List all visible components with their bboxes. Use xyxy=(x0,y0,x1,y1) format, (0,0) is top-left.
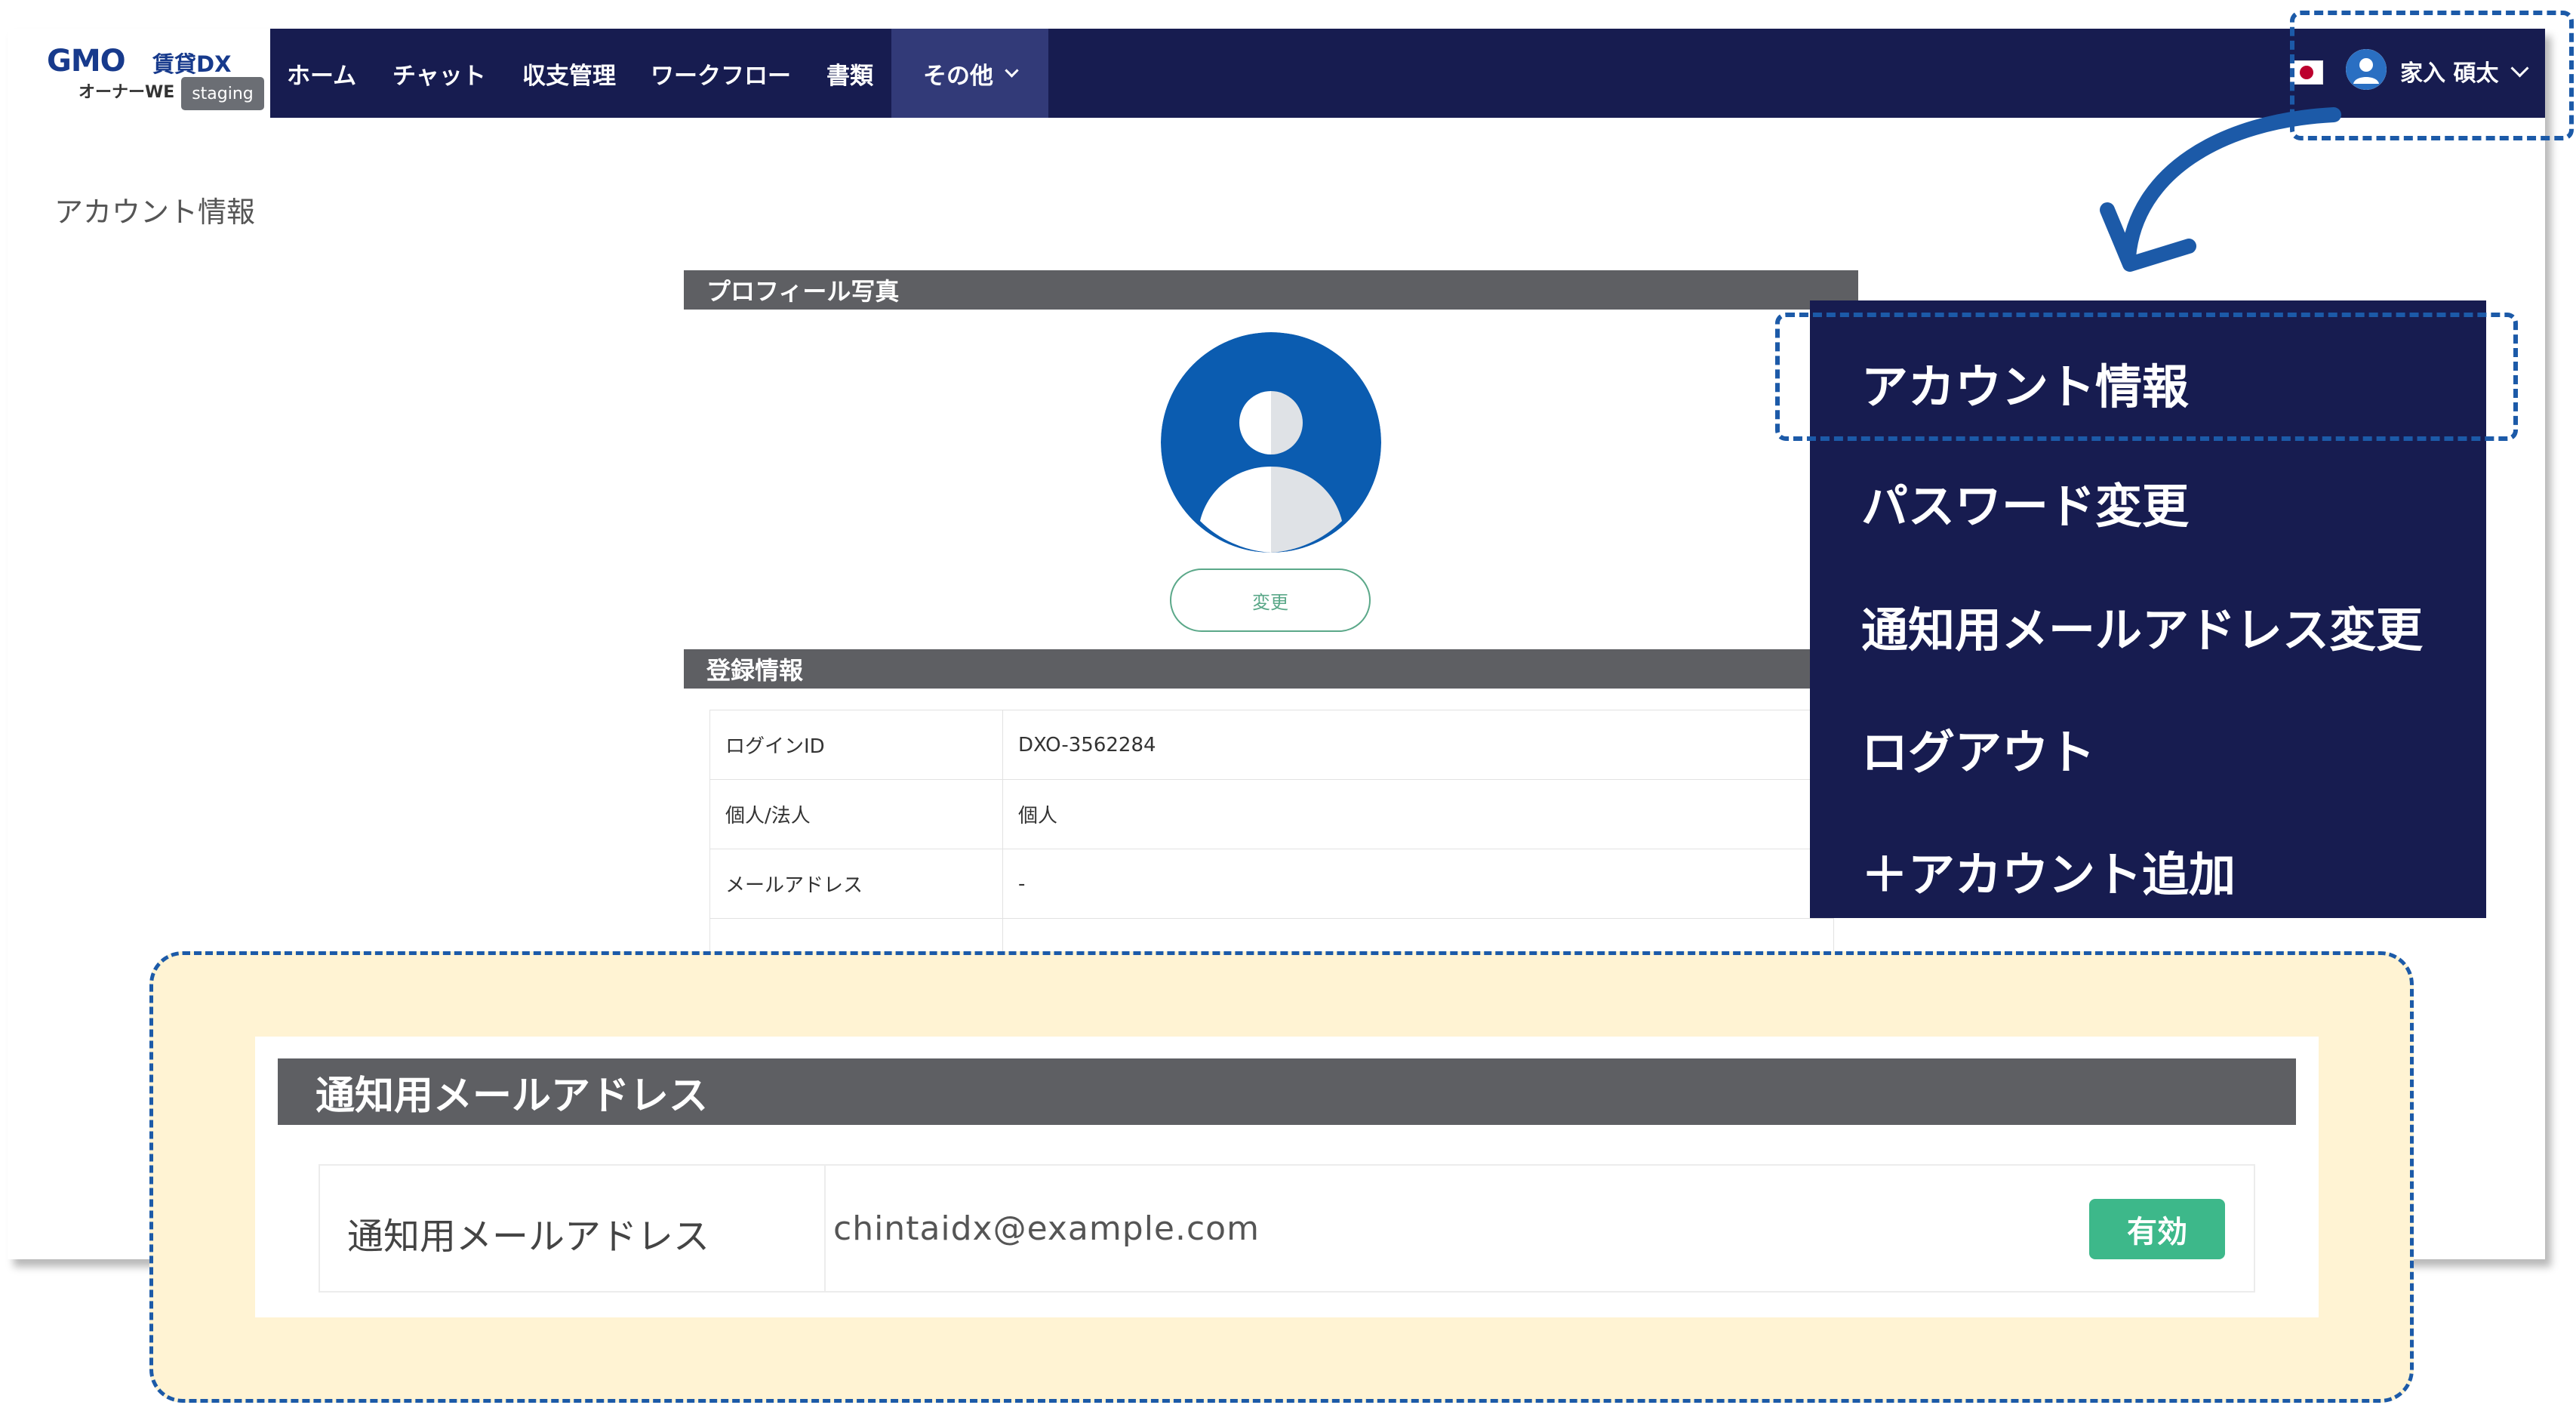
divider xyxy=(824,1164,826,1293)
row-value: DXO-3562284 xyxy=(1002,710,1834,780)
profile-photo-header: プロフィール写真 xyxy=(684,270,1858,310)
nav-other-dropdown[interactable]: その他 xyxy=(891,29,1048,118)
menu-item-change-password[interactable]: パスワード変更 xyxy=(1861,468,2189,536)
nav-chat[interactable]: チャット xyxy=(392,29,486,118)
nav-other-label: その他 xyxy=(923,62,993,90)
logo-brand: GMO xyxy=(47,44,126,79)
menu-item-logout[interactable]: ログアウト xyxy=(1861,714,2095,782)
logo-product: 賃貸DX xyxy=(152,51,232,77)
logo-subtitle: オーナーWE xyxy=(78,83,175,102)
profile-avatar-icon xyxy=(1161,332,1381,553)
notification-email-label: 通知用メールアドレス xyxy=(347,1216,710,1258)
environment-badge: staging xyxy=(181,77,264,110)
nav-home[interactable]: ホーム xyxy=(287,29,356,118)
nav-workflow[interactable]: ワークフロー xyxy=(651,29,791,118)
row-label: メールアドレス xyxy=(709,849,1003,919)
menu-item-change-notification-email[interactable]: 通知用メールアドレス変更 xyxy=(1861,592,2423,660)
user-menu-callout xyxy=(2290,11,2574,140)
row-label: 個人/法人 xyxy=(709,779,1003,849)
chevron-down-icon xyxy=(1005,63,1019,78)
nav-documents[interactable]: 書類 xyxy=(826,29,873,118)
table-row: 個人/法人 個人 xyxy=(709,779,1834,849)
table-row: ログインID DXO-3562284 xyxy=(709,710,1834,780)
account-info-callout xyxy=(1775,313,2518,441)
menu-item-add-account[interactable]: ＋アカウント追加 xyxy=(1861,837,2236,904)
page-title: アカウント情報 xyxy=(54,196,256,229)
registration-header: 登録情報 xyxy=(684,649,1858,689)
table-row: メールアドレス - xyxy=(709,849,1834,919)
row-label: ログインID xyxy=(709,710,1003,780)
top-navbar xyxy=(8,29,2545,118)
row-value: 個人 xyxy=(1002,779,1834,849)
registration-table: ログインID DXO-3562284 個人/法人 個人 メールアドレス - xyxy=(709,710,1834,988)
change-photo-button[interactable]: 変更 xyxy=(1170,568,1371,632)
row-value: - xyxy=(1002,849,1834,919)
notification-email-value: chintaidx@example.com xyxy=(833,1209,1260,1248)
status-badge: 有効 xyxy=(2089,1199,2225,1259)
nav-finance[interactable]: 収支管理 xyxy=(522,29,616,118)
notification-email-header: 通知用メールアドレス xyxy=(278,1058,2296,1125)
